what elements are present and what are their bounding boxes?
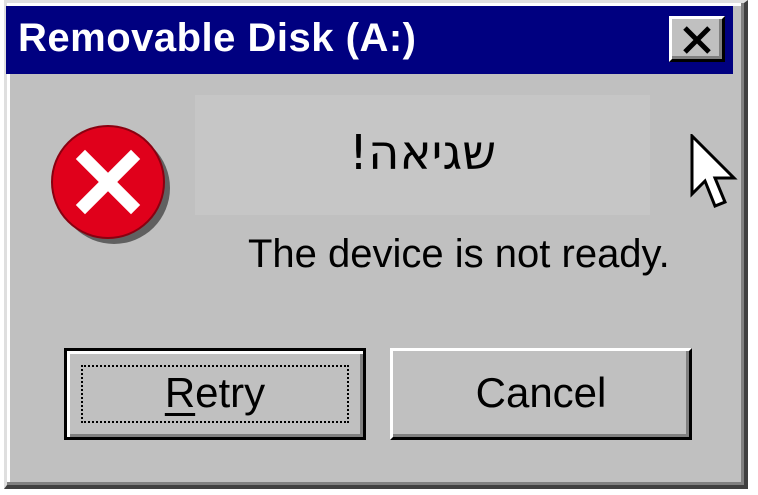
retry-button[interactable]: Retry: [64, 348, 366, 440]
focus-rectangle: [81, 365, 349, 423]
dialog-heading: שגיאה!: [348, 125, 497, 181]
dialog-message: The device is not ready.: [248, 232, 670, 276]
window-title: Removable Disk (A:): [18, 16, 417, 60]
close-icon: [683, 26, 711, 54]
retry-mnemonic: R: [164, 369, 196, 416]
close-button[interactable]: [669, 16, 725, 62]
title-bar[interactable]: Removable Disk (A:): [6, 6, 733, 74]
mouse-pointer-icon: [690, 134, 738, 208]
heading-panel: שגיאה!: [195, 95, 650, 215]
cancel-button-label: Cancel: [475, 369, 607, 416]
cancel-button[interactable]: Cancel: [390, 348, 692, 440]
error-icon: [48, 122, 172, 246]
